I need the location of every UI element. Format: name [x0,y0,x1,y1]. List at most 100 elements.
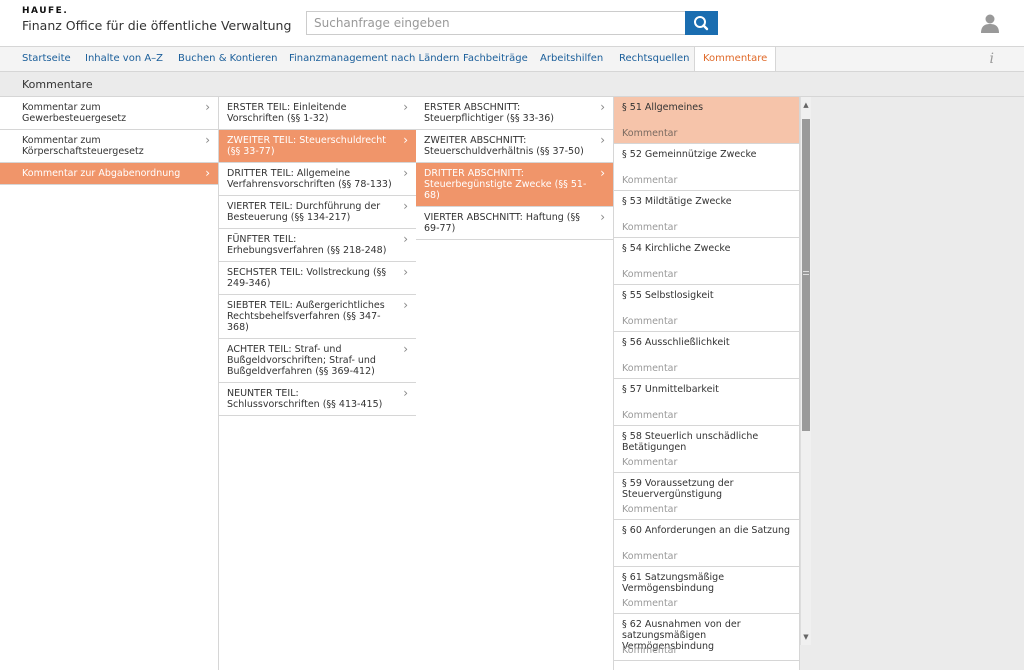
col3-item[interactable]: ERSTER ABSCHNITT: Steuerpflichtiger (§§ … [416,97,613,130]
paragraph-title: § 54 Kirchliche Zwecke [622,243,731,254]
paragraph-item[interactable]: § 57 Unmittelbarkeit Kommentar [614,379,799,426]
paragraph-item[interactable]: § 62 Ausnahmen von der satzungsmäßigen V… [614,614,799,661]
column-parts: ERSTER TEIL: Einleitende Vorschriften (§… [219,97,417,670]
paragraph-title: § 61 Satzungsmäßige Vermögensbindung [622,572,725,594]
chevron-right-icon: › [403,298,408,312]
nav-item-0[interactable]: Startseite [22,47,71,71]
paragraph-subtitle: Kommentar [622,269,678,280]
nav-item-1[interactable]: Inhalte von A–Z [85,47,163,71]
paragraph-subtitle: Kommentar [622,175,678,186]
col2-item[interactable]: FÜNFTER TEIL: Erhebungsverfahren (§§ 218… [219,229,416,262]
paragraph-item[interactable]: § 52 Gemeinnützige Zwecke Kommentar [614,144,799,191]
search-icon [694,16,709,31]
col3-item[interactable]: VIERTER ABSCHNITT: Haftung (§§ 69-77) › [416,207,613,240]
col2-item[interactable]: ZWEITER TEIL: Steuerschuldrecht (§§ 33-7… [219,130,416,163]
col3-item[interactable]: DRITTER ABSCHNITT: Steuerbegünstigte Zwe… [416,163,613,207]
item-label: Kommentar zum Gewerbesteuergesetz [22,102,127,124]
paragraph-subtitle: Kommentar [622,504,678,515]
chevron-right-icon: › [600,210,605,224]
info-icon[interactable]: i [990,51,994,67]
item-label: FÜNFTER TEIL: Erhebungsverfahren (§§ 218… [227,234,387,256]
nav-item-4[interactable]: Fachbeiträge [463,47,528,71]
item-label: ERSTER ABSCHNITT: Steuerpflichtiger (§§ … [424,102,554,124]
chevron-right-icon: › [205,166,210,180]
col2-item[interactable]: ACHTER TEIL: Straf- und Bußgeldvorschrif… [219,339,416,383]
item-label: SIEBTER TEIL: Außergerichtliches Rechtsb… [227,300,385,333]
chevron-right-icon: › [403,166,408,180]
paragraph-subtitle: Kommentar [622,551,678,562]
main-navigation: i Startseite Inhalte von A–Z Buchen & Kont… [0,46,1024,72]
col3-item[interactable]: ZWEITER ABSCHNITT: Steuerschuldverhältni… [416,130,613,163]
chevron-right-icon: › [205,100,210,114]
paragraph-title: § 57 Unmittelbarkeit [622,384,719,395]
haufe-logo[interactable]: HAUFE. [22,6,68,16]
scroll-thumb[interactable] [802,119,810,431]
paragraph-subtitle: Kommentar [622,128,678,139]
paragraph-title: § 53 Mildtätige Zwecke [622,196,732,207]
page-title: Kommentare [0,72,1024,97]
paragraph-title: § 52 Gemeinnützige Zwecke [622,149,757,160]
item-label: NEUNTER TEIL: Schlussvorschriften (§§ 41… [227,388,383,410]
nav-item-7[interactable]: Kommentare [694,47,777,71]
paragraph-subtitle: Kommentar [622,363,678,374]
scroll-down-arrow-icon[interactable]: ▼ [801,631,811,643]
user-icon[interactable] [980,13,1000,33]
paragraph-title: § 56 Ausschließlichkeit [622,337,730,348]
paragraph-item[interactable]: § 58 Steuerlich unschädliche Betätigunge… [614,426,799,473]
nav-item-2[interactable]: Buchen & Kontieren [178,47,277,71]
chevron-right-icon: › [403,100,408,114]
chevron-right-icon: › [403,232,408,246]
item-label: SECHSTER TEIL: Vollstreckung (§§ 249-346… [227,267,387,289]
col2-item[interactable]: SIEBTER TEIL: Außergerichtliches Rechtsb… [219,295,416,339]
paragraph-item[interactable]: § 60 Anforderungen an die Satzung Komment… [614,520,799,567]
col2-item[interactable]: VIERTER TEIL: Durchführung der Besteueru… [219,196,416,229]
paragraph-subtitle: Kommentar [622,316,678,327]
chevron-right-icon: › [403,386,408,400]
paragraph-item[interactable]: § 54 Kirchliche Zwecke Kommentar [614,238,799,285]
paragraph-item[interactable]: § 55 Selbstlosigkeit Kommentar [614,285,799,332]
item-label: Kommentar zur Abgabenordnung [22,168,181,179]
col2-item[interactable]: NEUNTER TEIL: Schlussvorschriften (§§ 41… [219,383,416,416]
item-label: ZWEITER TEIL: Steuerschuldrecht (§§ 33-7… [227,135,387,157]
item-label: ACHTER TEIL: Straf- und Bußgeldvorschrif… [227,344,376,377]
item-label: ZWEITER ABSCHNITT: Steuerschuldverhältni… [424,135,584,157]
nav-item-3[interactable]: Finanzmanagement nach Ländern [289,47,459,71]
paragraph-item[interactable]: § 56 Ausschließlichkeit Kommentar [614,332,799,379]
top-header: HAUFE. Finanz Office für die öffentliche… [0,0,1024,46]
col1-item[interactable]: Kommentar zum Gewerbesteuergesetz › [0,97,218,130]
column-sections: ERSTER ABSCHNITT: Steuerpflichtiger (§§ … [416,97,614,670]
paragraph-subtitle: Kommentar [622,645,678,656]
chevron-right-icon: › [403,265,408,279]
paragraph-title: § 55 Selbstlosigkeit [622,290,714,301]
scroll-grip-icon [803,271,809,275]
col2-item[interactable]: ERSTER TEIL: Einleitende Vorschriften (§… [219,97,416,130]
paragraph-scrollbar[interactable]: ▲ ▼ [800,97,811,645]
chevron-right-icon: › [205,133,210,147]
item-label: ERSTER TEIL: Einleitende Vorschriften (§… [227,102,347,124]
search-input[interactable]: Suchanfrage eingeben [306,11,686,35]
paragraph-item[interactable]: § 59 Voraussetzung der Steuervergünstigu… [614,473,799,520]
col1-item[interactable]: Kommentar zur Abgabenordnung › [0,163,218,185]
nav-item-5[interactable]: Arbeitshilfen [540,47,603,71]
chevron-right-icon: › [403,342,408,356]
item-label: DRITTER ABSCHNITT: Steuerbegünstigte Zwe… [424,168,587,201]
search-button[interactable] [685,11,718,35]
scroll-up-arrow-icon[interactable]: ▲ [801,99,811,111]
item-label: Kommentar zum Körperschaftsteuergesetz [22,135,144,157]
chevron-right-icon: › [403,133,408,147]
col1-item[interactable]: Kommentar zum Körperschaftsteuergesetz › [0,130,218,163]
column-commentaries: Kommentar zum Gewerbesteuergesetz › Kommen… [0,97,219,670]
col2-item[interactable]: DRITTER TEIL: Allgemeine Verfahrensvorsc… [219,163,416,196]
chevron-right-icon: › [600,100,605,114]
paragraph-item[interactable]: § 51 Allgemeines Kommentar [614,97,799,144]
nav-item-6[interactable]: Rechtsquellen [619,47,690,71]
chevron-right-icon: › [600,166,605,180]
col2-item[interactable]: SECHSTER TEIL: Vollstreckung (§§ 249-346… [219,262,416,295]
paragraph-item[interactable]: § 53 Mildtätige Zwecke Kommentar [614,191,799,238]
paragraph-title: § 60 Anforderungen an die Satzung [622,525,791,536]
paragraph-item[interactable]: § 61 Satzungsmäßige Vermögensbindung Komm… [614,567,799,614]
paragraph-subtitle: Kommentar [622,457,678,468]
paragraph-title: § 59 Voraussetzung der Steuervergünstigu… [622,478,734,500]
paragraph-subtitle: Kommentar [622,410,678,421]
paragraph-subtitle: Kommentar [622,222,678,233]
